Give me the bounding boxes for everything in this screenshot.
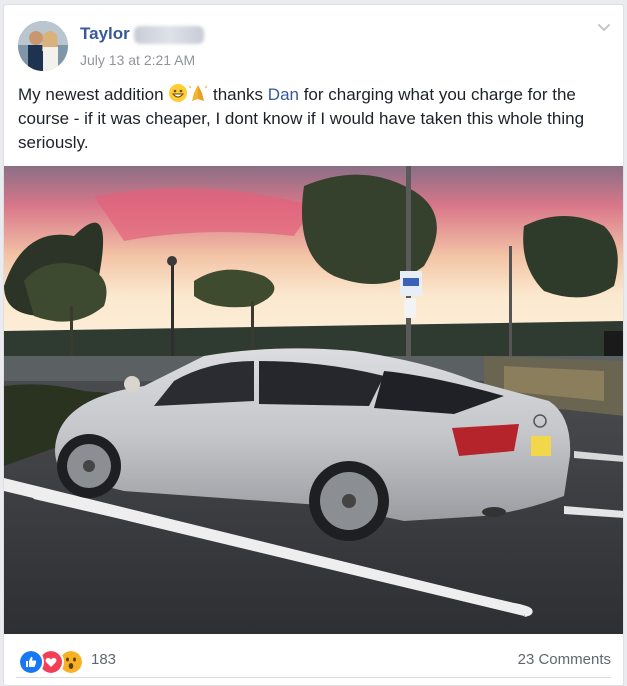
- divider: [16, 677, 611, 678]
- folded-hands-icon: [188, 83, 208, 101]
- post-timestamp[interactable]: July 13 at 2:21 AM: [80, 52, 195, 68]
- post-card: Taylor July 13 at 2:21 AM My newest addi…: [3, 4, 624, 686]
- post-text: My newest addition thanks Dan for chargi…: [18, 83, 610, 155]
- author-name[interactable]: Taylor: [80, 24, 130, 44]
- mention-link[interactable]: Dan: [268, 85, 299, 104]
- chevron-down-icon[interactable]: [597, 23, 611, 33]
- grinning-face-icon: [169, 84, 188, 102]
- redacted-surname: [134, 26, 204, 44]
- post-text-part: thanks: [208, 85, 268, 104]
- profile-avatar[interactable]: [18, 21, 68, 71]
- like-icon: [18, 649, 44, 675]
- post-photo[interactable]: [4, 166, 624, 634]
- post-text-part: My newest addition: [18, 85, 169, 104]
- reaction-count: 183: [91, 651, 117, 668]
- comments-count-link[interactable]: 23 Comments: [518, 651, 611, 668]
